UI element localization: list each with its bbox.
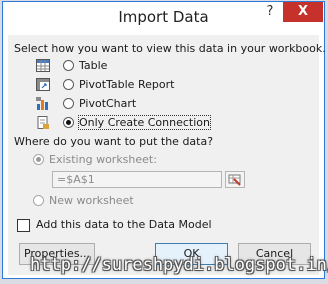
pivotchart-option-label[interactable]: PivotChart — [79, 97, 136, 110]
new-worksheet-radio[interactable] — [33, 195, 44, 206]
import-data-dialog: Import Data ? X Select how you want to v… — [2, 1, 326, 279]
location-prompt: Where do you want to put the data? — [14, 135, 214, 148]
data-model-checkbox[interactable] — [17, 219, 30, 232]
table-option-label[interactable]: Table — [79, 59, 107, 72]
pivottable-icon — [36, 78, 50, 91]
pivottable-radio[interactable] — [63, 79, 74, 90]
cell-reference-value: =$A$1 — [57, 173, 95, 186]
new-worksheet-label: New worksheet — [49, 194, 134, 207]
help-button[interactable]: ? — [257, 2, 283, 22]
collapse-dialog-icon[interactable] — [225, 171, 245, 188]
pivottable-option-label[interactable]: PivotTable Report — [79, 78, 174, 91]
pivotchart-icon — [36, 97, 48, 110]
existing-worksheet-radio[interactable] — [33, 154, 44, 165]
close-button[interactable]: X — [283, 2, 323, 22]
connection-radio[interactable] — [63, 117, 74, 128]
pivotchart-radio[interactable] — [63, 98, 74, 109]
connection-option-label[interactable]: Only Create Connection — [78, 115, 211, 130]
table-icon — [36, 59, 50, 72]
view-prompt: Select how you want to view this data in… — [14, 42, 326, 55]
dialog-body: Select how you want to view this data in… — [8, 35, 326, 275]
data-model-label[interactable]: Add this data to the Data Model — [36, 218, 212, 231]
watermark-text: http://sureshpydi.blogspot.in/ — [30, 255, 328, 275]
cell-reference-input[interactable]: =$A$1 — [52, 171, 222, 188]
connection-icon — [37, 116, 49, 129]
existing-worksheet-label: Existing worksheet: — [49, 153, 157, 166]
title-bar[interactable]: Import Data ? X — [3, 2, 324, 35]
table-radio[interactable] — [63, 60, 74, 71]
